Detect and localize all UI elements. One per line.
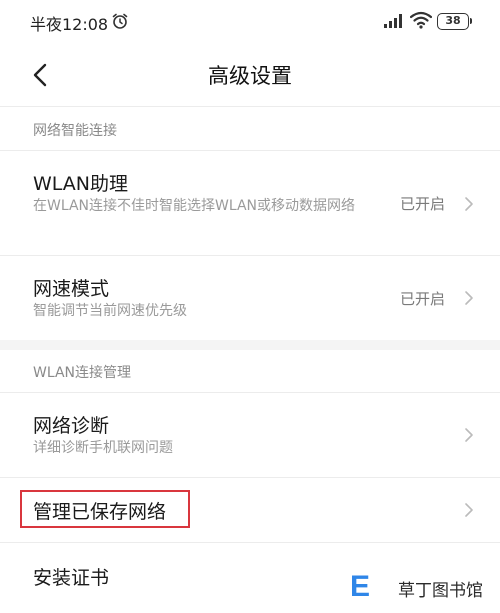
section-separator: [0, 340, 500, 350]
wifi-icon: [410, 11, 432, 29]
row-manage-saved-networks[interactable]: 管理已保存网络: [0, 478, 500, 542]
row-network-diagnosis[interactable]: 网络诊断 详细诊断手机联网问题: [0, 393, 500, 477]
status-value: 已开启: [399, 195, 445, 213]
chevron-right-icon: [465, 503, 473, 517]
chevron-right-icon: [465, 428, 473, 442]
chevron-right-icon: [465, 291, 473, 305]
row-description: 智能调节当前网速优先级: [33, 303, 187, 319]
page-title: 高级设置: [208, 64, 292, 88]
row-speed-mode[interactable]: 网速模式 智能调节当前网速优先级 已开启: [0, 256, 500, 340]
status-bar: 半夜12:08 38: [0, 0, 500, 44]
row-wlan-assistant[interactable]: WLAN助理 在WLAN连接不佳时智能选择WLAN或移动数据网络 已开启: [0, 151, 500, 255]
section-header-wlan-management: WLAN连接管理: [33, 365, 132, 381]
status-time: 半夜12:08: [30, 15, 109, 34]
watermark-text: 草丁图书馆: [398, 581, 483, 601]
watermark: E 草丁图书馆: [348, 566, 500, 613]
row-title: 安装证书: [33, 567, 110, 589]
cellular-signal-icon: [384, 14, 402, 28]
section-header-smart-connect: 网络智能连接: [33, 123, 117, 139]
row-title: WLAN助理: [33, 173, 129, 195]
divider: [0, 106, 500, 107]
status-value: 已开启: [399, 290, 445, 308]
row-title: 管理已保存网络: [33, 501, 167, 523]
title-bar: 高级设置: [0, 44, 500, 106]
chevron-right-icon: [465, 197, 473, 211]
watermark-logo-icon: E: [350, 570, 371, 603]
row-description: 在WLAN连接不佳时智能选择WLAN或移动数据网络: [33, 198, 356, 214]
row-title: 网络诊断: [33, 415, 110, 437]
alarm-clock-icon: [112, 13, 128, 29]
row-description: 详细诊断手机联网问题: [33, 440, 173, 456]
row-title: 网速模式: [33, 278, 110, 300]
battery-indicator: 38: [437, 13, 472, 30]
